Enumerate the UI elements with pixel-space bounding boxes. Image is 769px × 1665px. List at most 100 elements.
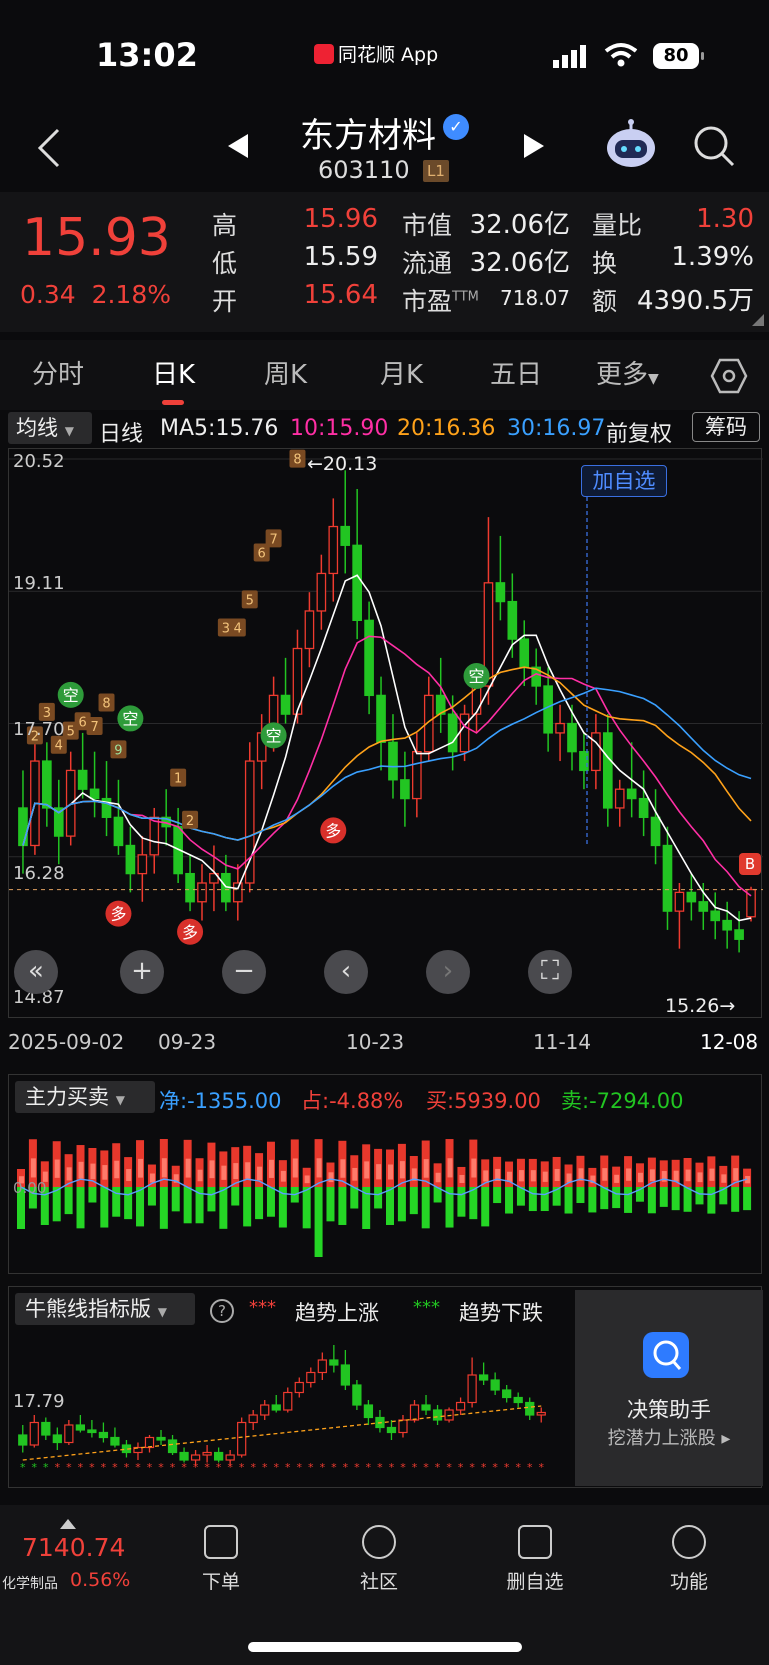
buy-flow-inner-bar <box>90 1163 96 1180</box>
trend-star: * <box>273 1461 279 1474</box>
search-icon[interactable] <box>692 124 736 168</box>
next-stock-icon[interactable] <box>522 132 546 160</box>
candle-body <box>591 732 601 772</box>
candle-body <box>340 525 351 546</box>
low-value: 15.59 <box>303 242 378 272</box>
scroll-left-button[interactable]: ‹ <box>324 950 368 994</box>
sell-flow-bar <box>695 1187 704 1205</box>
bull-candle-body <box>478 1374 489 1381</box>
chevron-down-icon: ▼ <box>115 1093 125 1107</box>
signal-text: 空 <box>469 667 485 686</box>
sell-flow-bar <box>564 1187 573 1214</box>
pe-value: 718.07 <box>500 286 570 310</box>
sell-flow-bar <box>493 1187 502 1204</box>
trend-up-legend: 趋势上涨 <box>295 1301 379 1325</box>
expand-corner-icon[interactable] <box>752 314 764 326</box>
trend-star: * <box>193 1461 199 1474</box>
bull-candle-body <box>502 1389 512 1399</box>
sell-flow-bar <box>743 1187 752 1211</box>
long-signal-marker: 多 <box>177 918 204 945</box>
bull-candle-body <box>18 1434 28 1446</box>
badge-text: 8 <box>102 697 110 712</box>
nav-order[interactable]: 下单 <box>176 1525 266 1594</box>
zoom-in-button[interactable]: + <box>120 950 164 994</box>
zoom-out-button[interactable]: − <box>222 950 266 994</box>
settings-hexagon-icon[interactable] <box>710 358 748 394</box>
scroll-left-fast-button[interactable]: « <box>14 950 58 994</box>
down-marker-icon: *** <box>413 1297 440 1318</box>
nav-remove-watch[interactable]: 删自选 <box>490 1525 580 1594</box>
tab-daily-k[interactable]: 日K <box>152 354 195 391</box>
sell-flow-bar <box>88 1187 97 1203</box>
sell-flow-bar <box>350 1187 359 1209</box>
turnover-value: 1.39% <box>671 242 754 272</box>
chevron-down-icon: ▼ <box>64 424 74 438</box>
bull-indicator-select[interactable]: 牛熊线指标版 ▼ <box>15 1293 195 1325</box>
short-signal-marker: 空 <box>57 681 84 708</box>
chips-button[interactable]: 筹码 <box>692 412 760 442</box>
buy-flow-inner-bar <box>233 1163 239 1180</box>
flow-percent: 占:-4.88% <box>301 1089 404 1113</box>
sell-flow-bar <box>612 1187 621 1209</box>
y-label-top: 20.52 <box>13 451 65 472</box>
trend-star: * <box>446 1461 452 1474</box>
nav-functions[interactable]: 功能 <box>644 1525 734 1594</box>
sell-flow-bar <box>183 1187 192 1224</box>
back-icon[interactable] <box>34 126 62 170</box>
badge-text: 9 <box>114 743 122 758</box>
tab-more[interactable]: 更多▼ <box>596 354 659 391</box>
trend-star: * <box>32 1461 38 1474</box>
buy-flow-inner-bar <box>733 1168 739 1181</box>
tab-monthly-k[interactable]: 月K <box>380 354 423 391</box>
tab-intraday[interactable]: 分时 <box>32 354 84 391</box>
volratio-value: 1.30 <box>696 204 754 234</box>
stock-header: 东方材料 ✓ 603110 L1 <box>0 100 769 192</box>
prev-stock-icon[interactable] <box>226 132 250 160</box>
bull-candle-body <box>317 1359 327 1374</box>
sequence-count-badge: 1 <box>170 768 187 787</box>
signal-text: 空 <box>266 726 282 745</box>
bull-candle-body <box>340 1364 351 1386</box>
badge-text: 7 <box>269 532 277 547</box>
bull-candle-body <box>29 1421 39 1446</box>
help-icon[interactable]: ? <box>210 1299 234 1323</box>
adjust-mode[interactable]: 前复权 <box>606 416 672 448</box>
buy-flow-inner-bar <box>78 1161 84 1179</box>
buy-flow-inner-bar <box>399 1161 405 1179</box>
sell-flow-bar <box>255 1187 264 1220</box>
ma20-label: 20:16.36 <box>397 416 496 441</box>
buy-flow-inner-bar <box>709 1168 715 1181</box>
bull-candle-body <box>64 1424 74 1444</box>
decision-assistant-ad[interactable]: 决策助手 挖潜力上涨股 ▸ <box>575 1290 763 1486</box>
sell-flow-bar <box>683 1187 692 1212</box>
tab-weekly-k[interactable]: 周K <box>264 354 307 391</box>
bull-candle-body <box>271 1404 281 1411</box>
bull-candle-body <box>329 1359 339 1366</box>
high-label: 高 <box>212 211 238 240</box>
badge-text: 6 <box>79 715 87 730</box>
ma-type-select[interactable]: 均线 ▼ <box>8 412 92 444</box>
kline-chart[interactable]: 空空空空多多多2345678912345678 20.52 19.11 17.7… <box>8 448 763 1018</box>
indicator-select[interactable]: 主力买卖 ▼ <box>15 1081 155 1113</box>
flow-bars-svg <box>17 1139 752 1257</box>
ma30-label: 30:16.97 <box>507 416 606 441</box>
low-label: 低 <box>212 249 238 278</box>
candle-body <box>519 638 530 668</box>
amount-value: 4390.5万 <box>637 286 754 316</box>
date-tick-5: 12-08 <box>700 1030 759 1054</box>
candle-body <box>626 788 637 800</box>
trend-star: * <box>20 1461 26 1474</box>
index-value[interactable]: 7140.74 <box>22 1533 125 1562</box>
bull-candle-body <box>352 1384 362 1406</box>
add-watchlist-tag[interactable]: 加自选 <box>581 465 667 497</box>
trend-star: * <box>55 1461 61 1474</box>
nav-community[interactable]: 社区 <box>334 1525 424 1594</box>
sell-flow-bar <box>266 1187 275 1217</box>
candle-body <box>137 854 148 875</box>
ad-subtitle: 挖潜力上涨股 ▸ <box>607 1428 731 1449</box>
trend-star: * <box>147 1461 153 1474</box>
robot-assistant-icon[interactable] <box>604 118 658 172</box>
tab-five-day[interactable]: 五日 <box>490 354 542 391</box>
scroll-right-button[interactable]: › <box>426 950 470 994</box>
fullscreen-button[interactable]: ⛶ <box>528 950 572 994</box>
